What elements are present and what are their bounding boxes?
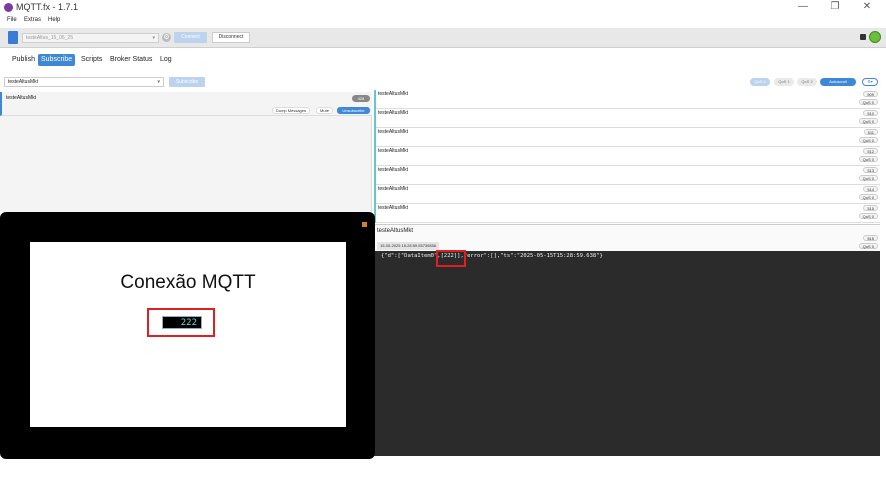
- message-number: 509: [863, 91, 878, 97]
- detail-topic: testeAltusMkt: [377, 228, 414, 234]
- message-item[interactable]: testeAltusMkt 512 QoS 0: [376, 147, 880, 166]
- message-number: 514: [863, 186, 878, 192]
- menu-extras[interactable]: Extras: [24, 17, 41, 23]
- tab-subscribe[interactable]: Subscribe: [38, 54, 76, 66]
- disconnect-button[interactable]: Disconnect: [212, 32, 250, 43]
- minimize-button[interactable]: —: [788, 1, 818, 14]
- message-item[interactable]: testeAltusMkt 509 QoS 0: [376, 90, 880, 109]
- tab-publish[interactable]: Publish: [12, 54, 35, 66]
- message-item[interactable]: testeAltusMkt 514 QoS 0: [376, 185, 880, 204]
- maximize-button[interactable]: ❐: [820, 1, 850, 14]
- detail-number: 515: [863, 235, 878, 241]
- autoscroll-button[interactable]: Autoscroll: [820, 78, 856, 86]
- message-qos: QoS 0: [858, 194, 878, 200]
- close-button[interactable]: ✕: [852, 1, 882, 14]
- options-button[interactable]: ⚙▾: [862, 78, 878, 86]
- qos0-button[interactable]: QoS 0: [750, 78, 770, 86]
- detail-qos: QoS 0: [858, 243, 878, 249]
- subscription-item[interactable]: testeAltusMkt 428 Dump Messages Mute Uns…: [0, 92, 372, 116]
- title-bar: MQTT.fx - 1.7.1 — ❐ ✕: [0, 0, 886, 15]
- hmi-indicator-icon: [362, 222, 367, 227]
- message-topic: testeAltusMkt: [378, 205, 409, 211]
- topic-value: testeAltusMkt: [8, 79, 39, 85]
- message-number: 511: [863, 129, 878, 135]
- hmi-screen: Conexão MQTT 222: [30, 242, 346, 427]
- connect-button[interactable]: Connect: [174, 32, 207, 43]
- message-topic: testeAltusMkt: [378, 186, 409, 192]
- message-topic: testeAltusMkt: [378, 110, 409, 116]
- payload-viewer[interactable]: {"d":["DataItem0",[222]],"error":[],"ts"…: [374, 250, 880, 456]
- document-icon[interactable]: [8, 31, 18, 44]
- chevron-down-icon: ▾: [152, 35, 155, 41]
- message-qos: QoS 0: [858, 175, 878, 181]
- message-list[interactable]: testeAltusMkt 509 QoS 0 testeAltusMkt 51…: [374, 90, 880, 223]
- payload-highlight-box: [436, 250, 466, 267]
- hmi-title: Conexão MQTT: [120, 272, 256, 293]
- detail-timestamp: 15-05-2025 15:28:59.55739856: [377, 242, 440, 250]
- message-topic: testeAltusMkt: [378, 91, 409, 97]
- subscriptions-panel: testeAltusMkt 428 Dump Messages Mute Uns…: [0, 92, 372, 212]
- message-item[interactable]: testeAltusMkt 510 QoS 0: [376, 109, 880, 128]
- menu-bar: File Extras Help: [0, 15, 886, 27]
- menu-help[interactable]: Help: [48, 17, 60, 23]
- message-item[interactable]: testeAltusMkt 513 QoS 0: [376, 166, 880, 185]
- message-number: 512: [863, 148, 878, 154]
- qos1-button[interactable]: QoS 1: [774, 78, 794, 86]
- menu-file[interactable]: File: [7, 17, 17, 23]
- message-qos: QoS 0: [858, 137, 878, 143]
- payload-text: {"d":["DataItem0",[222]],"error":[],"ts"…: [381, 253, 603, 259]
- mute-button[interactable]: Mute: [316, 107, 333, 114]
- message-number: 515: [863, 205, 878, 211]
- message-topic: testeAltusMkt: [378, 167, 409, 173]
- dump-messages-button[interactable]: Dump Messages: [272, 107, 310, 114]
- connection-toolbar: testeAltus_15_05_25 ▾ ⚙ Connect Disconne…: [0, 28, 886, 48]
- message-topic: testeAltusMkt: [378, 148, 409, 154]
- message-qos: QoS 0: [858, 99, 878, 105]
- message-topic: testeAltusMkt: [378, 129, 409, 135]
- message-number: 510: [863, 110, 878, 116]
- connection-status-icon: [869, 31, 881, 43]
- hmi-value-display: 222: [162, 316, 202, 329]
- window-title: MQTT.fx - 1.7.1: [16, 2, 79, 12]
- profile-value: testeAltus_15_05_25: [26, 35, 73, 41]
- connection-profile-select[interactable]: testeAltus_15_05_25 ▾: [22, 33, 159, 43]
- unsubscribe-button[interactable]: Unsubscribe: [337, 107, 370, 114]
- subscribe-button[interactable]: Subscribe: [169, 77, 205, 87]
- tab-scripts[interactable]: Scripts: [81, 54, 102, 66]
- message-qos: QoS 0: [858, 156, 878, 162]
- qos2-button[interactable]: QoS 2: [797, 78, 817, 86]
- tab-broker-status[interactable]: Broker Status: [110, 54, 152, 66]
- chevron-down-icon: ▾: [157, 79, 160, 85]
- message-detail-header: testeAltusMkt 15-05-2025 15:28:59.557398…: [374, 224, 880, 251]
- hmi-highlight-box: 222: [147, 308, 215, 337]
- topic-input[interactable]: testeAltusMkt ▾: [4, 77, 164, 87]
- hmi-device-frame: Conexão MQTT 222: [0, 212, 375, 459]
- message-number: 513: [863, 167, 878, 173]
- message-qos: QoS 0: [858, 118, 878, 124]
- app-logo-icon: [4, 3, 13, 12]
- message-item[interactable]: testeAltusMkt 511 QoS 0: [376, 128, 880, 147]
- subscription-topic: testeAltusMkt: [6, 95, 37, 101]
- message-count-badge: 428: [352, 95, 370, 102]
- gear-icon[interactable]: ⚙: [162, 33, 171, 42]
- lock-icon: [860, 34, 866, 40]
- tab-log[interactable]: Log: [160, 54, 172, 66]
- message-item[interactable]: testeAltusMkt 515 QoS 0: [376, 204, 880, 223]
- message-qos: QoS 0: [858, 213, 878, 219]
